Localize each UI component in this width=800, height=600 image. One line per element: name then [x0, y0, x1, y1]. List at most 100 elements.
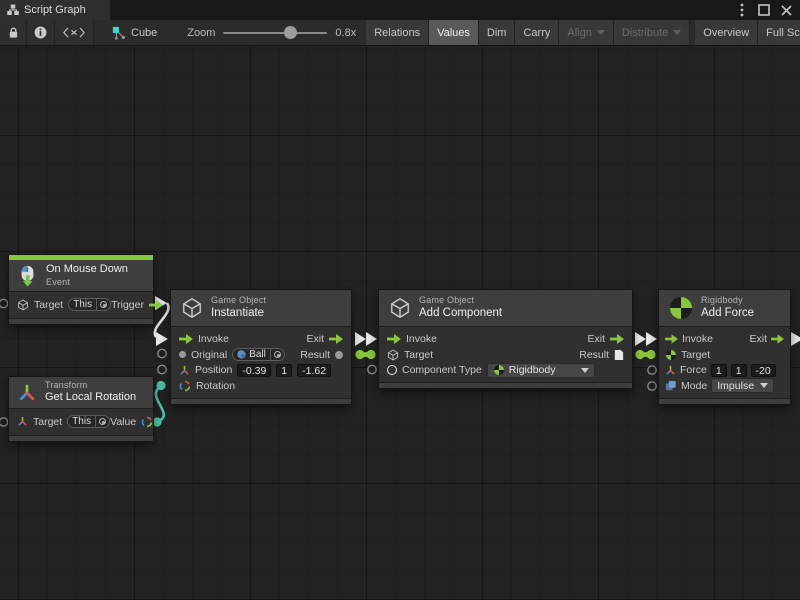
chevron-down-icon	[673, 30, 681, 35]
game-object-icon	[389, 297, 411, 319]
node-category: Game Object	[419, 295, 502, 306]
node-add-force[interactable]: Rigidbody Add Force Invoke Exit	[658, 289, 791, 405]
target-object-chip[interactable]: This	[67, 415, 110, 428]
transform-icon	[665, 365, 676, 376]
wire-result-to-target-2[interactable]	[640, 352, 651, 357]
value-port-icon[interactable]	[179, 351, 186, 358]
zoom-slider-handle[interactable]	[284, 26, 297, 39]
window-close-button[interactable]	[778, 2, 794, 18]
distribute-dropdown-button[interactable]: Distribute	[614, 20, 690, 45]
info-button[interactable]	[27, 20, 55, 45]
target-label: Target	[33, 416, 62, 428]
flow-arrow-icon[interactable]	[610, 334, 624, 344]
full-screen-button[interactable]: Full Screen	[758, 20, 800, 45]
port-on-mouse-down-target[interactable]	[0, 299, 8, 307]
wire-invoke-add-component[interactable]	[366, 332, 377, 346]
quaternion-icon	[141, 416, 153, 428]
info-icon	[34, 26, 47, 39]
force-x-field[interactable]: 1	[711, 364, 727, 377]
invoke-label: Invoke	[198, 333, 229, 345]
wire-value-to-rotation[interactable]	[156, 387, 164, 423]
original-value: Ball	[249, 349, 266, 360]
flow-arrow-icon[interactable]	[771, 334, 784, 344]
zoom-slider-track[interactable]	[223, 32, 327, 34]
wire-exit-add-component[interactable]	[635, 332, 646, 346]
object-picker-icon[interactable]	[270, 349, 284, 360]
node-on-mouse-down[interactable]: On Mouse Down Event Target This Trigger	[8, 254, 154, 325]
port-target-in-2[interactable]	[646, 350, 655, 359]
carry-button[interactable]: Carry	[515, 20, 559, 45]
force-y-field[interactable]: 1	[731, 364, 747, 377]
position-z-field[interactable]: -1.62	[297, 364, 331, 377]
mouse-down-icon	[17, 265, 38, 287]
port-add-force-mode[interactable]	[648, 382, 656, 390]
result-label: Result	[579, 349, 609, 361]
port-result-out-1[interactable]	[355, 350, 364, 359]
node-category: Rigidbody	[701, 295, 754, 306]
align-dropdown-button[interactable]: Align	[559, 20, 613, 45]
port-get-local-rotation-target[interactable]	[0, 418, 8, 426]
code-icon	[63, 27, 85, 38]
original-object-chip[interactable]: Ball	[232, 348, 285, 361]
port-target-in-1[interactable]	[366, 350, 375, 359]
node-category: Event	[46, 277, 128, 288]
port-result-out-2[interactable]	[635, 350, 644, 359]
flow-arrow-icon[interactable]	[329, 334, 343, 344]
wire-exit-instantiate[interactable]	[355, 332, 366, 346]
wire-exit-add-force[interactable]	[791, 332, 800, 346]
node-footer	[9, 318, 153, 324]
node-category: Game Object	[211, 295, 266, 306]
zoom-label: Zoom	[187, 27, 215, 39]
port-add-component-type[interactable]	[368, 365, 376, 373]
port-instantiate-original[interactable]	[158, 349, 166, 357]
dim-button[interactable]: Dim	[479, 20, 516, 45]
transform-icon	[179, 365, 190, 376]
component-type-value: Rigidbody	[509, 364, 556, 376]
port-instantiate-position[interactable]	[158, 365, 166, 373]
node-add-component[interactable]: Game Object Add Component Invoke Exit	[378, 289, 633, 389]
port-rotation-in[interactable]	[156, 381, 165, 390]
force-z-field[interactable]: -20	[751, 364, 776, 377]
position-x-field[interactable]: -0.39	[237, 364, 271, 377]
wire-invoke-add-force[interactable]	[646, 332, 657, 346]
invoke-label: Invoke	[406, 333, 437, 345]
values-button[interactable]: Values	[429, 20, 479, 45]
wire-arrow-invoke-in[interactable]	[156, 332, 168, 346]
flow-arrow-icon[interactable]	[665, 334, 678, 344]
window-titlebar: Script Graph	[0, 0, 800, 20]
flow-arrow-icon[interactable]	[387, 334, 401, 344]
result-label: Result	[300, 349, 330, 361]
graph-canvas[interactable]: On Mouse Down Event Target This Trigger	[0, 47, 800, 600]
force-mode-dropdown[interactable]: Impulse	[711, 378, 774, 393]
position-label: Position	[195, 364, 232, 376]
node-get-local-rotation[interactable]: Transform Get Local Rotation Target This	[8, 376, 154, 442]
relations-button[interactable]: Relations	[366, 20, 429, 45]
document-icon[interactable]	[614, 349, 624, 361]
lock-button[interactable]	[0, 20, 27, 45]
port-add-force-force[interactable]	[648, 366, 656, 374]
flow-arrow-icon[interactable]	[149, 300, 163, 310]
component-type-dropdown[interactable]: Rigidbody	[487, 363, 595, 378]
game-object-icon	[181, 297, 203, 319]
window-maximize-button[interactable]	[756, 2, 772, 18]
value-label: Value	[110, 416, 136, 428]
window-menu-button[interactable]	[734, 2, 750, 18]
node-instantiate[interactable]: Game Object Instantiate Invoke Exit	[170, 289, 352, 405]
code-view-button[interactable]	[55, 20, 94, 45]
type-port-icon[interactable]	[387, 365, 397, 375]
overview-button[interactable]: Overview	[695, 20, 758, 45]
position-y-field[interactable]: 1	[276, 364, 292, 377]
mode-value: Impulse	[717, 380, 754, 392]
target-object-chip[interactable]: This	[68, 298, 111, 311]
target-label: Target	[681, 349, 710, 361]
component-type-label: Component Type	[402, 364, 482, 376]
target-label: Target	[404, 349, 433, 361]
flow-arrow-icon[interactable]	[179, 334, 193, 344]
quaternion-icon	[179, 380, 191, 392]
result-port-icon[interactable]	[335, 351, 343, 359]
tab-script-graph[interactable]: Script Graph	[0, 0, 110, 20]
object-picker-icon[interactable]	[95, 416, 109, 427]
object-picker-icon[interactable]	[96, 299, 110, 310]
chevron-down-icon	[581, 368, 589, 373]
wire-result-to-target-1[interactable]	[360, 352, 371, 357]
